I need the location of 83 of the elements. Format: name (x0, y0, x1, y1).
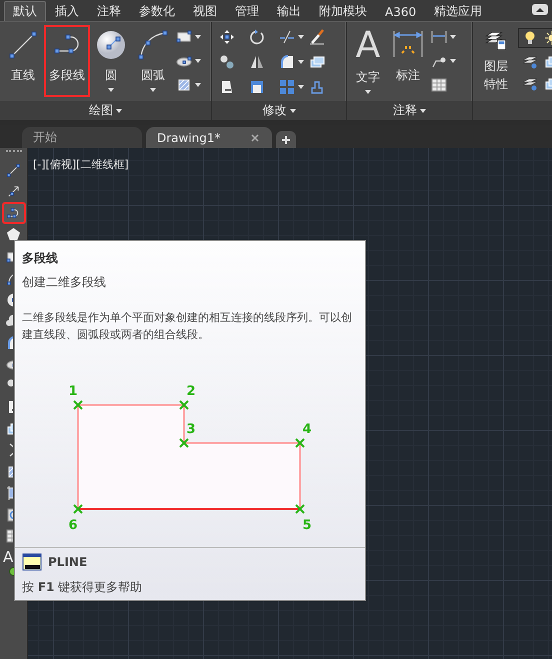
point-label: 6 (68, 518, 78, 533)
tooltip-title: 多段线 (21, 250, 59, 267)
cloud-icon (6, 313, 12, 328)
point-label: 2 (186, 384, 196, 399)
tool-button[interactable]: 圆 (91, 26, 131, 96)
tool-button[interactable] (430, 28, 457, 46)
minimize-ribbon-button[interactable] (532, 4, 548, 15)
point-label: 5 (302, 518, 312, 533)
help-hint: 按 F1 键获得更多帮助 (21, 579, 144, 596)
layer-properties-button[interactable]: 图层特性 (476, 26, 516, 96)
caret-icon (298, 85, 304, 89)
ribbon-tab[interactable]: 注释 (88, 1, 130, 21)
arrow-line-icon (6, 184, 21, 199)
plus-icon (281, 134, 291, 144)
ribbon-tab[interactable]: 插入 (46, 1, 88, 21)
tool-button[interactable]: 标注 (388, 26, 428, 96)
stack-icon (309, 54, 325, 70)
tool-button[interactable]: 多段线 (45, 26, 89, 96)
caret-icon (195, 83, 201, 87)
tool-button[interactable]: 直线 (3, 26, 43, 96)
hatch-icon (176, 77, 192, 93)
ribbon-tab[interactable]: 参数化 (130, 1, 184, 21)
ribbon-tab[interactable]: 附加模块 (310, 1, 376, 21)
ribbon-tab[interactable]: 管理 (226, 1, 268, 21)
offset-icon (309, 79, 325, 95)
caret-icon (365, 90, 371, 94)
caret-icon (195, 59, 201, 63)
file-tab[interactable]: 开始 (22, 127, 142, 148)
command-name: PLINE (48, 555, 88, 569)
tooltip-subtitle: 创建二维多段线 (21, 274, 107, 291)
command-window-icon (22, 553, 42, 571)
close-icon (251, 134, 259, 142)
scale-icon (249, 79, 265, 95)
line-icon (7, 29, 39, 61)
dashed-line-icon (279, 29, 295, 45)
viewport-label[interactable]: [-][俯视][二维线框] (28, 148, 129, 172)
line-icon (6, 162, 21, 178)
table-icon (431, 77, 447, 93)
move-icon (219, 29, 235, 45)
rotate-icon (249, 29, 265, 45)
point-label: 1 (68, 384, 78, 399)
ribbon-tab[interactable]: A360 (376, 1, 426, 21)
circle-icon (95, 29, 127, 61)
tooltip-description: 二维多段线是作为单个平面对象创建的相互连接的线段序列。可以创建直线段、圆弧段或两者的组合线段。 (21, 310, 353, 343)
caret-icon (108, 88, 114, 92)
panel-title[interactable]: 修改 (262, 101, 296, 120)
caret-icon (420, 108, 426, 112)
ribbon-tab[interactable]: 输出 (268, 1, 310, 21)
point-label: 4 (302, 422, 312, 437)
stretch-icon (219, 79, 235, 95)
letter-icon[interactable]: A (3, 547, 14, 567)
array-icon (279, 79, 295, 95)
rectangle-icon (176, 29, 192, 45)
arc-icon (137, 29, 169, 61)
letter-icon: A (356, 29, 380, 63)
file-tab[interactable]: Drawing1* (146, 127, 272, 148)
mirror-icon (249, 54, 265, 70)
tool-button[interactable]: A 文字 (350, 26, 386, 96)
ribbon-tab[interactable]: 默认 (4, 1, 46, 21)
tool-button[interactable]: 圆弧 (133, 26, 173, 96)
caret-icon (450, 59, 456, 63)
layers-icon (522, 76, 538, 92)
point-label: 3 (186, 422, 196, 437)
caret-icon (150, 88, 156, 92)
fillet-icon (279, 54, 295, 70)
caret-icon (195, 35, 201, 39)
panel-title[interactable]: 注释 (392, 101, 427, 120)
caret-icon (290, 108, 296, 112)
caret-icon (116, 108, 122, 112)
dimension-icon (431, 29, 447, 45)
caret-icon (298, 35, 304, 39)
polyline-icon (6, 206, 21, 220)
grip-icon[interactable] (6, 150, 22, 155)
ribbon-tab[interactable]: 精选应用 (425, 1, 492, 21)
new-tab-button[interactable] (276, 131, 296, 148)
layers-icon (522, 54, 538, 70)
spheres-icon (219, 54, 235, 70)
caret-icon (298, 60, 304, 64)
brush-icon (309, 29, 325, 45)
panel-title[interactable]: 绘图 (88, 101, 123, 120)
ribbon-tab[interactable]: 视图 (184, 1, 226, 21)
pentagon-icon (6, 227, 21, 242)
caret-icon (450, 35, 456, 39)
